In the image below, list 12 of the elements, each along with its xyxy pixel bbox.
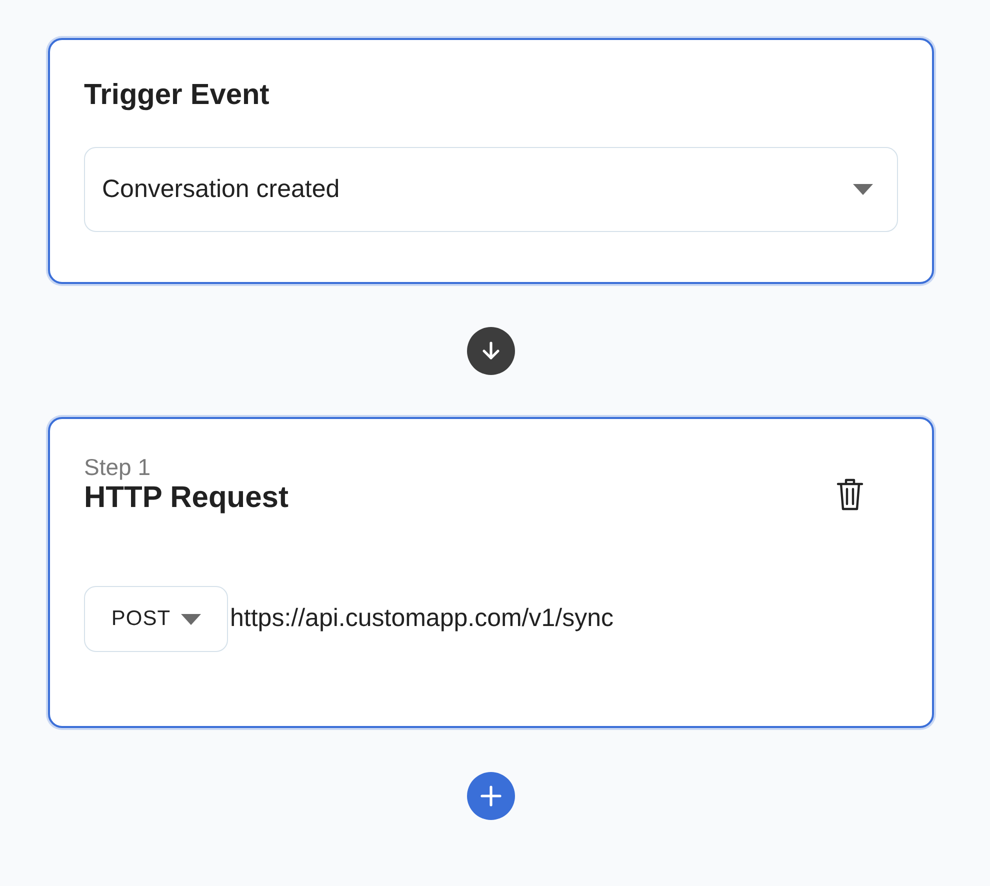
plus-icon [480, 785, 502, 808]
url-field[interactable]: https://api.customapp.com/v1/sync [228, 600, 728, 638]
add-step-button[interactable] [467, 772, 515, 820]
trash-icon[interactable] [836, 476, 864, 511]
caret-icon [853, 184, 873, 195]
step-title: HTTP Request [84, 480, 288, 516]
card-title: Trigger Event [84, 78, 270, 113]
caret-icon [180, 614, 201, 625]
method-select[interactable]: POST [84, 586, 228, 652]
event-select[interactable]: Conversation created [84, 146, 898, 232]
step-label: Step 1 [84, 454, 152, 480]
arrow-down-icon [467, 326, 515, 375]
